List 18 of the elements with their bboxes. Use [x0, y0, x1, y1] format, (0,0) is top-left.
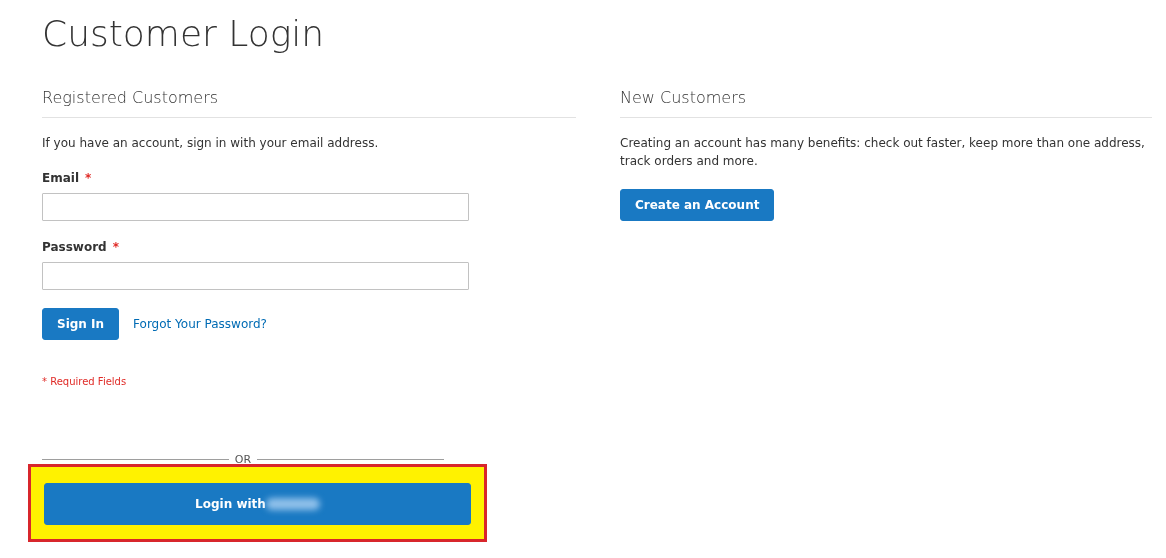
field-label: Email — [42, 170, 80, 185]
social-login-button[interactable]: Login with — [44, 482, 471, 525]
section-heading: Registered Customers — [42, 87, 576, 118]
intro-text: If you have an account, sign in with your email address. — [42, 134, 380, 152]
required-fields-note: * Required Fields — [42, 374, 128, 389]
required-mark: * — [112, 239, 119, 254]
field-label: Password — [42, 239, 107, 254]
intro-text: Creating an account has many benefits: check out faster, keep more than one address, track orders and more. — [620, 134, 1146, 170]
page-title: Customer Login — [42, 14, 326, 54]
required-mark: * — [85, 170, 92, 185]
section-heading: New Customers — [620, 87, 1152, 118]
input-field[interactable] — [42, 261, 469, 290]
separator-text: OR — [234, 454, 252, 465]
sign-in-button[interactable]: Sign In — [42, 307, 120, 340]
blurred-text — [265, 497, 320, 510]
forgot-password-link[interactable]: Forgot Your Password? — [133, 314, 267, 333]
create-account-button[interactable]: Create an Account — [620, 188, 775, 221]
input-field[interactable] — [42, 192, 469, 221]
